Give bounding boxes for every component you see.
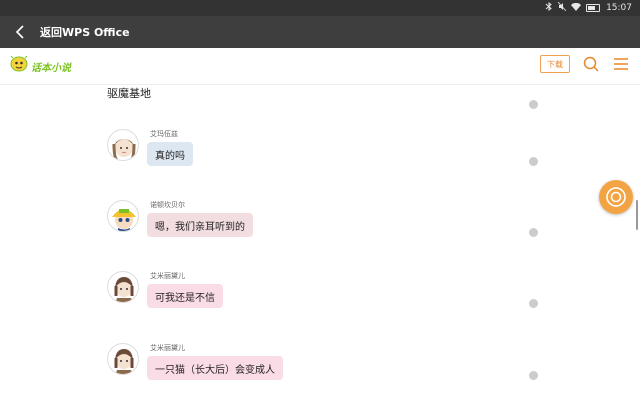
speaker-name: 艾玛伍兹 xyxy=(150,130,178,138)
download-button[interactable]: 下载 xyxy=(540,55,570,73)
chat-bubble[interactable]: 嗯，我们亲耳听到的 xyxy=(147,213,253,237)
speaker-name: 艾米丽黛儿 xyxy=(150,272,185,280)
avatar[interactable] xyxy=(107,343,139,375)
speaker-name: 诺顿坎贝尔 xyxy=(150,201,185,209)
chat-message: 艾玛伍兹 真的吗 xyxy=(107,129,527,189)
back-to-wps-title[interactable]: 返回WPS Office xyxy=(40,24,130,40)
status-time: 15:07 xyxy=(606,3,632,13)
comment-dot[interactable] xyxy=(529,228,538,237)
story-text: 驱魔基地 xyxy=(107,87,151,100)
search-icon[interactable] xyxy=(582,55,600,73)
title-bar: 返回WPS Office xyxy=(0,16,640,48)
chat-bubble[interactable]: 可我还是不信 xyxy=(147,284,223,308)
chat-bubble[interactable]: 真的吗 xyxy=(147,142,193,166)
comment-dot[interactable] xyxy=(529,371,538,380)
comment-dot[interactable] xyxy=(529,157,538,166)
avatar[interactable] xyxy=(107,271,139,303)
comment-dot[interactable] xyxy=(529,100,538,109)
wifi-icon xyxy=(571,2,582,14)
status-icons xyxy=(545,1,601,14)
battery-icon xyxy=(586,4,601,12)
chat-bubble[interactable]: 一只猫（长大后）会变成人 xyxy=(147,356,283,380)
story-content[interactable]: 驱魔基地 艾玛伍兹 真的吗 诺顿坎贝尔 嗯，我们亲耳听到的 艾米丽黛儿 可我还是… xyxy=(0,85,640,400)
header-actions: 下载 xyxy=(540,55,630,73)
fab-circle-icon[interactable] xyxy=(599,180,633,214)
status-bar: 15:07 xyxy=(0,0,640,16)
app-logo[interactable]: 话本小说 xyxy=(9,55,71,77)
chevron-left-icon[interactable] xyxy=(0,16,40,48)
chat-message: 艾米丽黛儿 一只猫（长大后）会变成人 xyxy=(107,343,527,400)
chat-message: 艾米丽黛儿 可我还是不信 xyxy=(107,271,527,331)
scrollbar[interactable] xyxy=(636,200,638,230)
chat-message: 诺顿坎贝尔 嗯，我们亲耳听到的 xyxy=(107,200,527,260)
logo-mascot-icon xyxy=(9,55,29,77)
mute-icon xyxy=(557,1,567,14)
avatar[interactable] xyxy=(107,129,139,161)
bluetooth-icon xyxy=(545,2,553,14)
app-header: 话本小说 下载 xyxy=(0,48,640,85)
menu-icon[interactable] xyxy=(612,55,630,73)
avatar[interactable] xyxy=(107,200,139,232)
speaker-name: 艾米丽黛儿 xyxy=(150,344,185,352)
comment-dot[interactable] xyxy=(529,299,538,308)
logo-text: 话本小说 xyxy=(31,62,71,74)
